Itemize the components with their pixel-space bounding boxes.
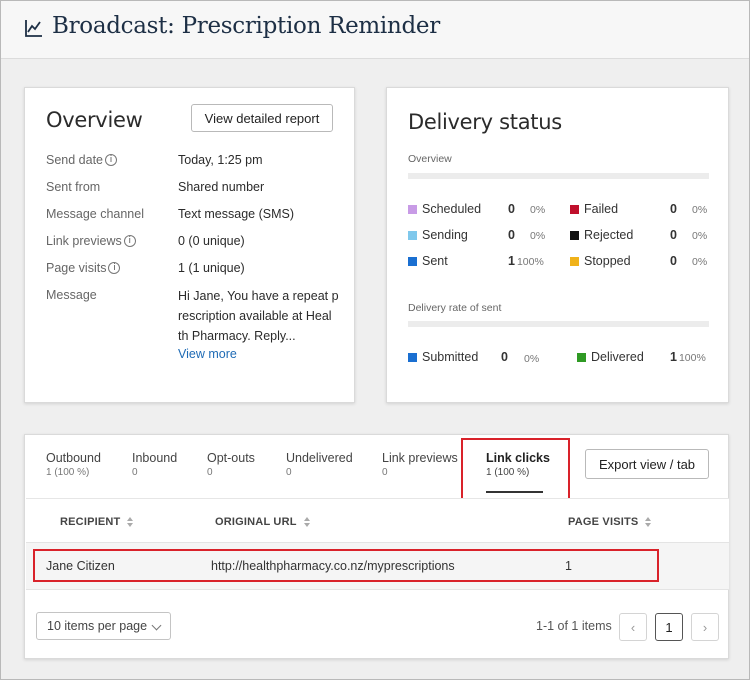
sort-icon[interactable] <box>645 517 652 527</box>
sending-count: 0 <box>508 228 515 242</box>
status-stopped: Stopped <box>570 254 631 268</box>
pagination-info: 1-1 of 1 items <box>536 619 612 633</box>
overview-card: Overview View detailed report Send date i… <box>24 87 355 403</box>
column-header-page-visits[interactable]: PAGE VISITS <box>568 516 652 528</box>
link-previews-label: Link previews i <box>46 234 136 248</box>
status-sending: Sending <box>408 228 468 242</box>
swatch-icon <box>570 230 579 240</box>
tab-link-previews[interactable]: Link previews 0 <box>382 451 458 478</box>
sending-pct: 0% <box>530 230 546 242</box>
chevron-down-icon <box>151 620 162 631</box>
delivery-status-card: Delivery status Overview Scheduled 0 0% … <box>386 87 729 403</box>
status-delivered: Delivered <box>577 350 644 364</box>
tab-inbound[interactable]: Inbound 0 <box>132 451 177 478</box>
swatch-icon <box>408 204 417 214</box>
scheduled-pct: 0% <box>530 204 546 216</box>
highlight-box-row <box>33 549 659 582</box>
delivery-rate-subheading: Delivery rate of sent <box>408 302 502 314</box>
line-chart-icon <box>25 20 42 37</box>
highlight-box-tab <box>461 438 570 501</box>
view-detailed-report-button[interactable]: View detailed report <box>191 104 333 132</box>
page-title: Broadcast: Prescription Reminder <box>52 13 440 39</box>
swatch-icon <box>577 352 586 362</box>
failed-count: 0 <box>670 202 677 216</box>
info-icon[interactable]: i <box>108 262 121 274</box>
export-view-tab-button[interactable]: Export view / tab <box>585 449 709 479</box>
info-icon[interactable]: i <box>105 154 117 166</box>
column-header-original-url[interactable]: ORIGINAL URL <box>215 516 310 528</box>
status-scheduled: Scheduled <box>408 202 481 216</box>
link-previews-value: 0 (0 unique) <box>178 234 245 248</box>
rejected-pct: 0% <box>692 230 708 242</box>
sent-from-value: Shared number <box>178 180 265 194</box>
rejected-count: 0 <box>670 228 677 242</box>
status-submitted: Submitted <box>408 350 478 364</box>
items-per-page-select[interactable]: 10 items per page <box>36 612 171 640</box>
failed-pct: 0% <box>692 204 708 216</box>
tab-opt-outs[interactable]: Opt-outs 0 <box>207 451 255 478</box>
sent-count: 1 100% <box>508 254 544 268</box>
status-rejected: Rejected <box>570 228 633 242</box>
message-label: Message <box>46 288 97 302</box>
status-sent: Sent <box>408 254 448 268</box>
table-header: RECIPIENT ORIGINAL URL PAGE VISITS <box>26 498 729 542</box>
swatch-icon <box>570 256 579 266</box>
stopped-pct: 0% <box>692 256 708 268</box>
previous-page-button[interactable]: ‹ <box>619 613 647 641</box>
overview-subheading: Overview <box>408 153 452 165</box>
swatch-icon <box>570 204 579 214</box>
next-page-button[interactable]: › <box>691 613 719 641</box>
swatch-icon <box>408 352 417 362</box>
submitted-pct: 0% <box>524 353 540 365</box>
page-visits-label: Page visits i <box>46 261 121 275</box>
delivery-status-title: Delivery status <box>408 110 562 134</box>
message-channel-label: Message channel <box>46 207 144 221</box>
send-date-label: Send date i <box>46 153 117 167</box>
page-header: Broadcast: Prescription Reminder <box>1 1 749 59</box>
tab-outbound[interactable]: Outbound 1 (100 %) <box>46 451 101 478</box>
message-text-line: th Pharmacy. Reply... <box>178 329 296 343</box>
delivery-rate-progress-bar <box>408 321 709 327</box>
column-header-recipient[interactable]: RECIPIENT <box>60 516 134 528</box>
sort-icon[interactable] <box>303 517 310 527</box>
info-icon[interactable]: i <box>123 235 136 247</box>
message-channel-value: Text message (SMS) <box>178 207 295 221</box>
tab-undelivered[interactable]: Undelivered 0 <box>286 451 353 478</box>
swatch-icon <box>408 230 417 240</box>
status-failed: Failed <box>570 202 618 216</box>
sent-from-label: Sent from <box>46 180 101 194</box>
stopped-count: 0 <box>670 254 677 268</box>
page-1-button[interactable]: 1 <box>655 613 683 641</box>
message-text-line: Hi Jane, You have a repeat p <box>178 289 339 303</box>
sort-icon[interactable] <box>127 517 134 527</box>
overview-progress-bar <box>408 173 709 179</box>
overview-title: Overview <box>46 108 143 132</box>
delivered-count: 1 100% <box>670 350 706 364</box>
swatch-icon <box>408 256 417 266</box>
view-more-link[interactable]: View more <box>178 347 237 361</box>
send-date-value: Today, 1:25 pm <box>178 153 263 167</box>
submitted-count: 0 <box>501 350 508 364</box>
scheduled-count: 0 <box>508 202 515 216</box>
page-visits-value: 1 (1 unique) <box>178 261 245 275</box>
messages-table-card: Outbound 1 (100 %) Inbound 0 Opt-outs 0 Und… <box>24 434 729 659</box>
message-text-line: rescription available at Heal <box>178 309 332 323</box>
